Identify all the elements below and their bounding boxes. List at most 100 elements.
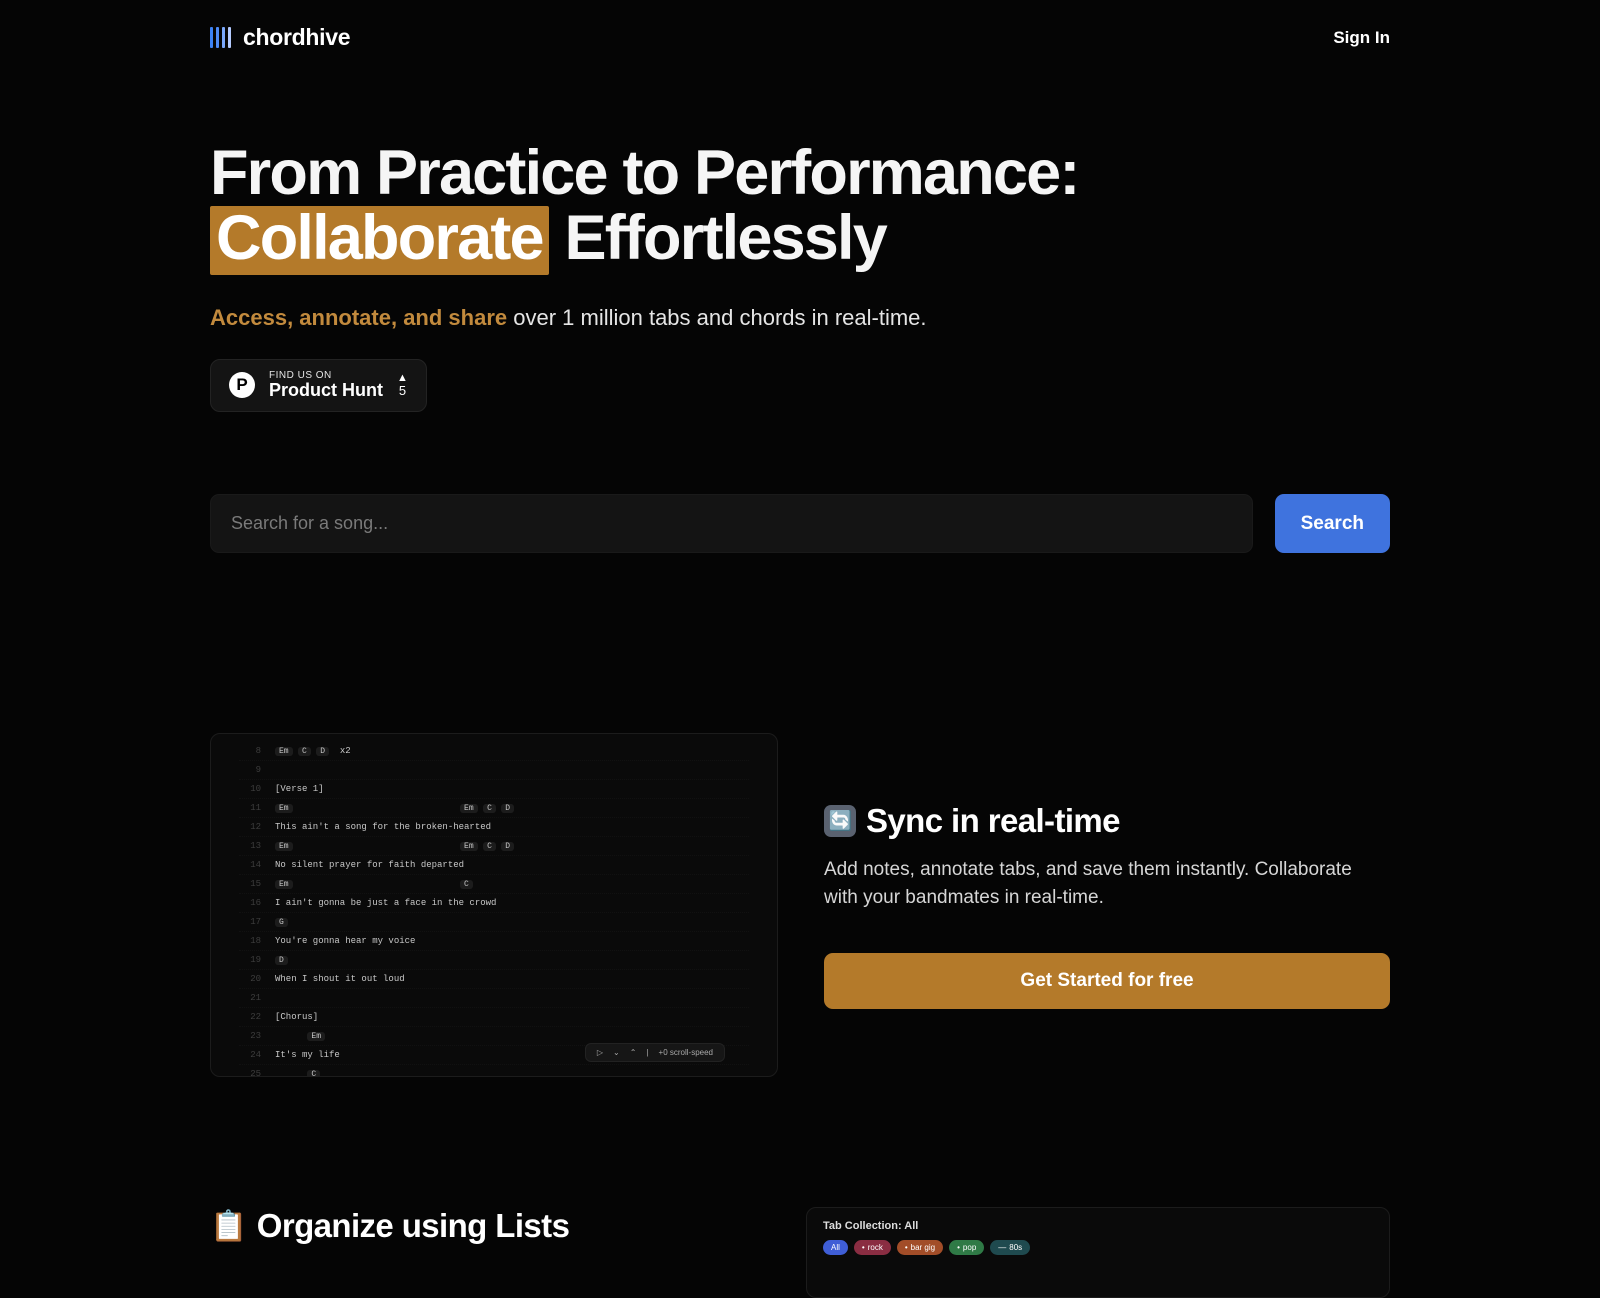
editor-line: 25 C (239, 1065, 749, 1077)
chord-badge: Em (307, 1032, 325, 1041)
chord-badge: Em (460, 804, 478, 813)
search-row: Search (210, 494, 1390, 553)
chord-badge: D (501, 804, 514, 813)
line-number: 18 (239, 936, 261, 946)
hero-subtitle: Access, annotate, and share over 1 milli… (210, 305, 1390, 331)
line-content: Em Em C D (275, 803, 520, 813)
hero-sub-accent: Access, annotate, and share (210, 305, 507, 330)
editor-line: 10 [Verse 1] (239, 780, 749, 799)
list-pill[interactable]: —80s (990, 1240, 1030, 1255)
hero-after-highlight: Effortlessly (549, 203, 886, 273)
pill-label: rock (868, 1243, 883, 1252)
chord-badge: C (298, 747, 311, 756)
get-started-button[interactable]: Get Started for free (824, 953, 1390, 1009)
line-content: Em (275, 1031, 330, 1041)
pill-label: pop (963, 1243, 976, 1252)
editor-line: 11Em Em C D (239, 799, 749, 818)
line-content: When I shout it out loud (275, 974, 405, 984)
line-number: 15 (239, 879, 261, 889)
editor-line: 16I ain't gonna be just a face in the cr… (239, 894, 749, 913)
chevron-down-icon[interactable]: ⌄ (610, 1048, 623, 1057)
line-number: 10 (239, 784, 261, 794)
pill-dot-icon: • (862, 1243, 865, 1252)
line-number: 25 (239, 1069, 261, 1077)
chevron-up-icon[interactable]: ⌃ (627, 1048, 640, 1057)
editor-line: 22 [Chorus] (239, 1008, 749, 1027)
chord-badge: C (483, 842, 496, 851)
lists-preview-title: Tab Collection: All (823, 1220, 1373, 1232)
feature-sync-title-text: Sync in real-time (866, 802, 1120, 840)
line-number: 12 (239, 822, 261, 832)
header: chordhive Sign In (210, 0, 1390, 75)
feature-lists-preview: Tab Collection: All All•rock•bar gig•pop… (806, 1207, 1390, 1298)
line-number: 13 (239, 841, 261, 851)
editor-line: 20 When I shout it out loud (239, 970, 749, 989)
brand-name: chordhive (243, 24, 350, 51)
editor-line: 12 This ain't a song for the broken-heart… (239, 818, 749, 837)
editor-line: 14No silent prayer for faith departed (239, 856, 749, 875)
feature-sync-desc: Add notes, annotate tabs, and save them … (824, 856, 1390, 913)
line-number: 22 (239, 1012, 261, 1022)
line-content: You're gonna hear my voice (275, 936, 415, 946)
line-content: [Chorus] (275, 1012, 318, 1022)
line-number: 16 (239, 898, 261, 908)
pill-label: 80s (1009, 1243, 1022, 1252)
chord-badge: D (501, 842, 514, 851)
feature-sync: 8Em C D x2910[Verse 1]11Em Em C D 12This… (210, 733, 1390, 1077)
divider-icon: | (643, 1048, 651, 1057)
search-input[interactable] (210, 494, 1253, 553)
feature-lists: 📋 Organize using Lists Tab Collection: A… (210, 1207, 1390, 1298)
line-content: Em Em C D (275, 841, 520, 851)
editor-line: 21 (239, 989, 749, 1008)
line-content: D (275, 955, 293, 965)
brand[interactable]: chordhive (210, 24, 350, 51)
clipboard-icon: 📋 (210, 1209, 247, 1244)
chord-badge: Em (275, 842, 293, 851)
editor-line: 19D (239, 951, 749, 970)
chord-badge: C (483, 804, 496, 813)
editor-line: 15 Em C (239, 875, 749, 894)
line-number: 24 (239, 1050, 261, 1060)
line-number: 14 (239, 860, 261, 870)
hero-sub-rest: over 1 million tabs and chords in real-t… (507, 305, 926, 330)
list-pill[interactable]: All (823, 1240, 848, 1255)
chord-badge: D (275, 956, 288, 965)
chord-badge: Em (275, 880, 293, 889)
pill-dot-icon: • (905, 1243, 908, 1252)
chord-badge: D (316, 747, 329, 756)
search-button[interactable]: Search (1275, 494, 1390, 553)
line-number: 9 (239, 765, 261, 775)
line-number: 21 (239, 993, 261, 1003)
hero-highlight: Collaborate (210, 206, 549, 275)
chord-badge: C (307, 1070, 320, 1077)
scroll-control[interactable]: ▷ ⌄ ⌃ | +0 scroll-speed (585, 1043, 725, 1062)
product-hunt-icon: P (229, 372, 255, 398)
line-content: This ain't a song for the broken-hearted (275, 822, 491, 832)
play-icon[interactable]: ▷ (594, 1048, 606, 1057)
line-content: C (275, 1069, 326, 1077)
pill-dot-icon: — (998, 1243, 1006, 1252)
feature-sync-body: 🔄 Sync in real-time Add notes, annotate … (824, 802, 1390, 1009)
brand-logo-icon (210, 27, 231, 48)
line-number: 20 (239, 974, 261, 984)
signin-link[interactable]: Sign In (1333, 28, 1390, 48)
feature-lists-body: 📋 Organize using Lists (210, 1207, 760, 1245)
pill-label: bar gig (911, 1243, 935, 1252)
product-hunt-badge[interactable]: P FIND US ON Product Hunt ▲ 5 (210, 359, 427, 412)
line-number: 8 (239, 746, 261, 756)
list-pill[interactable]: •pop (949, 1240, 984, 1255)
hero: From Practice to Performance: Collaborat… (210, 75, 1390, 553)
product-hunt-votes: ▲ 5 (397, 372, 408, 398)
chord-badge: C (460, 880, 473, 889)
hero-line1: From Practice to Performance: (210, 138, 1079, 208)
line-content: Em C (275, 879, 478, 889)
line-content: [Verse 1] (275, 784, 324, 794)
editor-line: 9 (239, 761, 749, 780)
hero-heading: From Practice to Performance: Collaborat… (210, 141, 1390, 275)
list-pill[interactable]: •rock (854, 1240, 891, 1255)
list-pill[interactable]: •bar gig (897, 1240, 943, 1255)
sync-icon: 🔄 (824, 805, 856, 837)
chord-badge: Em (460, 842, 478, 851)
scroll-speed-label: +0 scroll-speed (656, 1048, 716, 1057)
feature-lists-title-text: Organize using Lists (257, 1207, 570, 1245)
